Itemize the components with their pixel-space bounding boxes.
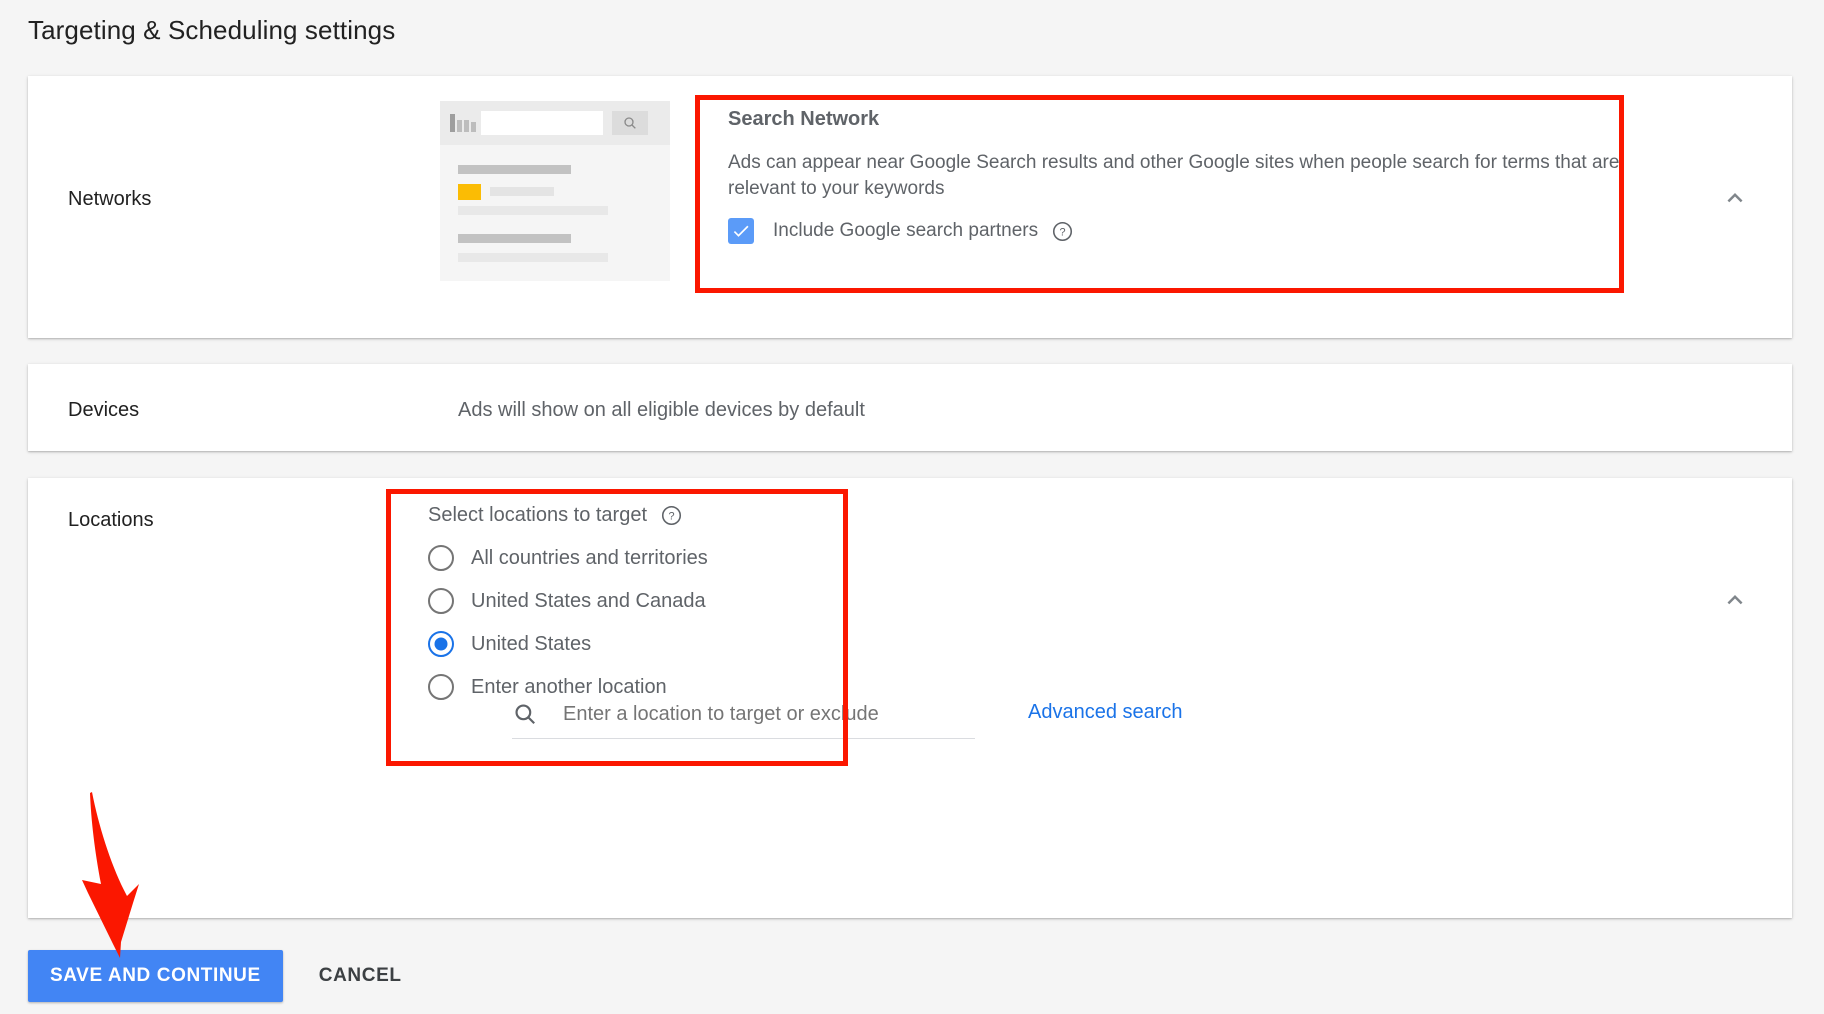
radio-united-states[interactable]: United States — [428, 631, 858, 657]
help-circle-icon[interactable]: ? — [1052, 221, 1073, 242]
select-locations-heading: Select locations to target — [428, 502, 647, 528]
preview-result-title-2 — [458, 234, 571, 243]
networks-label: Networks — [68, 186, 151, 212]
form-actions: SAVE AND CONTINUE CANCEL — [28, 950, 412, 1002]
preview-result-text — [458, 206, 608, 215]
chevron-up-icon[interactable] — [1720, 183, 1750, 213]
radio-label: All countries and territories — [471, 545, 708, 571]
preview-search-button — [612, 111, 648, 135]
radio-label: United States and Canada — [471, 588, 706, 614]
locations-label: Locations — [68, 507, 154, 533]
location-targeting-options: Select locations to target ? All countri… — [428, 502, 858, 700]
chevron-up-icon[interactable] — [1720, 585, 1750, 615]
help-circle-icon[interactable]: ? — [661, 505, 682, 526]
save-and-continue-button[interactable]: SAVE AND CONTINUE — [28, 950, 283, 1002]
radio-us-and-canada[interactable]: United States and Canada — [428, 588, 858, 614]
radio-circle-selected-icon[interactable] — [428, 631, 454, 657]
radio-label: Enter another location — [471, 674, 667, 700]
include-search-partners-label: Include Google search partners — [773, 218, 1038, 244]
select-locations-heading-row: Select locations to target ? — [428, 502, 858, 528]
radio-circle-icon[interactable] — [428, 545, 454, 571]
radio-circle-icon[interactable] — [428, 674, 454, 700]
radio-circle-icon[interactable] — [428, 588, 454, 614]
devices-description: Ads will show on all eligible devices by… — [458, 397, 865, 423]
search-icon — [512, 701, 538, 727]
search-network-section: Search Network Ads can appear near Googl… — [728, 106, 1648, 244]
location-search-input[interactable] — [561, 702, 955, 727]
preview-ad-badge — [458, 184, 481, 200]
targeting-scheduling-settings-page: Targeting & Scheduling settings Networks — [0, 0, 1824, 1014]
networks-card: Networks — [28, 76, 1792, 338]
location-search-field[interactable] — [512, 701, 975, 739]
page-title: Targeting & Scheduling settings — [28, 14, 395, 46]
devices-card[interactable]: Devices Ads will show on all eligible de… — [28, 364, 1792, 451]
devices-label: Devices — [68, 397, 139, 423]
search-results-preview-thumbnail — [440, 101, 670, 281]
search-network-title: Search Network — [728, 106, 1648, 132]
preview-logo-icon — [450, 114, 476, 132]
include-search-partners-row[interactable]: Include Google search partners ? — [728, 218, 1648, 244]
preview-search-box — [481, 111, 603, 135]
cancel-button[interactable]: CANCEL — [309, 950, 412, 1002]
radio-all-countries[interactable]: All countries and territories — [428, 545, 858, 571]
svg-text:?: ? — [1060, 226, 1066, 238]
include-search-partners-checkbox[interactable] — [728, 218, 754, 244]
radio-label: United States — [471, 631, 591, 657]
radio-enter-another-location[interactable]: Enter another location — [428, 674, 858, 700]
preview-result-text-2 — [458, 253, 608, 262]
search-network-description: Ads can appear near Google Search result… — [728, 150, 1623, 202]
preview-result-title — [458, 165, 571, 174]
preview-result-url — [490, 187, 554, 196]
svg-text:?: ? — [668, 510, 674, 522]
locations-card: Locations Select locations to target ? A… — [28, 478, 1792, 918]
advanced-search-link[interactable]: Advanced search — [1028, 699, 1183, 725]
